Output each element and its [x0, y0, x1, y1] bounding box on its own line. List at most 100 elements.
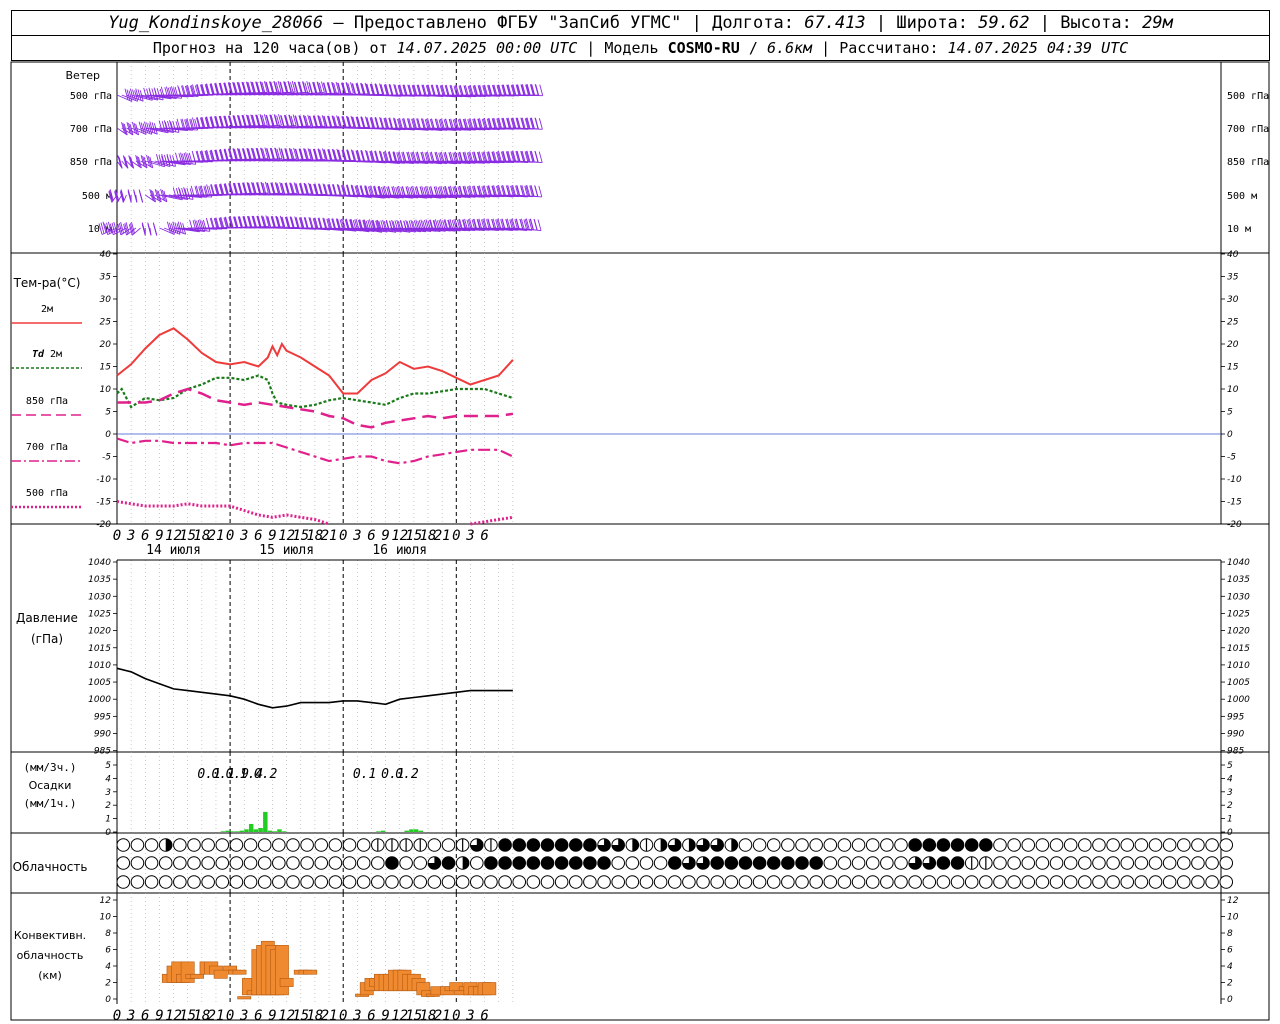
cloud-fill-full — [739, 856, 752, 870]
pressure-axis-tick-label: 1025 — [88, 609, 111, 619]
cloud-symbol — [1078, 875, 1092, 889]
cloud-circle — [116, 856, 131, 870]
cloud-circle — [342, 838, 357, 852]
cloud-circle — [851, 856, 866, 870]
cloud-symbol — [936, 875, 951, 889]
cloud-symbol — [371, 856, 385, 870]
cloud-circle — [215, 875, 230, 889]
cloud-circle — [116, 838, 131, 852]
cloud-symbol — [286, 875, 300, 889]
cloud-circle — [257, 875, 272, 889]
cloud-circle — [371, 856, 385, 870]
cloud-symbol — [696, 856, 710, 870]
cloud-symbol — [583, 875, 597, 889]
cloud-circle — [300, 875, 314, 889]
conv-axis-hour-label: 21 — [434, 1008, 451, 1024]
precip-axis-tick-label: 4 — [105, 774, 111, 784]
wind-level-label-left: 700 гПа — [70, 124, 112, 135]
wind-level-label-right: 10 м — [1227, 224, 1251, 235]
wind-barb — [159, 221, 175, 235]
cloud-fill-full — [937, 838, 950, 852]
precip-bar — [272, 831, 277, 832]
cloud-circle — [781, 838, 795, 852]
pressure-axis-tick-label: 1040 — [88, 558, 111, 568]
pressure-axis-tick-label: 995 — [1227, 712, 1244, 722]
cloud-circle — [1162, 838, 1177, 852]
cloud-circle — [639, 856, 654, 870]
cloud-symbol — [1092, 838, 1106, 852]
cloud-symbol — [795, 875, 809, 889]
conv-axis-tick-label: 0 — [1227, 995, 1233, 1005]
cloud-circle — [342, 856, 357, 870]
pressure-axis-tick-label: 1015 — [1227, 644, 1250, 654]
cloud-fill-full — [725, 856, 738, 870]
day-label: 14 июля — [146, 543, 201, 558]
cloud-circle — [328, 838, 343, 852]
cloud-symbol — [130, 875, 145, 889]
cloud-circle — [823, 838, 838, 852]
cloud-circle — [781, 875, 795, 889]
precip-bar — [230, 831, 235, 832]
cloud-circle — [795, 875, 809, 889]
cloud-circle — [880, 856, 894, 870]
temp-axis-hour-label: 3 — [465, 528, 474, 544]
cloud-symbol — [950, 856, 965, 870]
cloud-symbol — [385, 875, 399, 889]
cloud-symbol — [257, 838, 272, 852]
cloud-symbol — [512, 875, 527, 889]
conv-axis-hour-label: 6 — [254, 1008, 262, 1024]
cloud-symbol — [300, 875, 314, 889]
cloud-symbol — [922, 856, 937, 870]
temp-axis-tick-label: 15 — [1227, 363, 1239, 373]
conv-axis-hour-label: 0 — [226, 1008, 234, 1024]
pressure-axis-tick-label: 1000 — [1227, 695, 1250, 705]
cloud-symbol — [116, 875, 131, 889]
cloud-fill-full — [781, 856, 795, 870]
cloud-symbol — [1021, 875, 1036, 889]
conv-bar — [237, 996, 252, 1000]
cloud-circle — [215, 838, 230, 852]
cloud-symbol — [1049, 856, 1064, 870]
cloud-symbol — [738, 875, 753, 889]
cloud-symbol — [144, 838, 159, 852]
precip-bar — [281, 831, 287, 832]
cloud-circle — [1219, 856, 1234, 870]
cloud-fill-full — [767, 856, 781, 870]
precip-bar — [239, 830, 245, 832]
cloud-symbol — [215, 838, 230, 852]
cloud-circle — [1191, 838, 1205, 852]
cloud-circle — [752, 875, 767, 889]
cloud-circle — [993, 875, 1007, 889]
cloud-circle — [427, 875, 442, 889]
cloud-symbol — [272, 856, 286, 870]
temp-axis-hour-label: 6 — [254, 528, 262, 544]
conv-bar — [223, 965, 237, 971]
temp-axis-tick-label: -15 — [1227, 498, 1242, 508]
conv-axis-hour-label: 3 — [126, 1008, 135, 1024]
cloud-symbol — [158, 856, 173, 870]
temp-series-1 — [116, 374, 514, 409]
cloud-circle — [427, 838, 442, 852]
cloud-circle — [257, 838, 272, 852]
conv-axis-tick-label: 2 — [1227, 979, 1233, 989]
temp-axis-tick-label: 10 — [100, 385, 112, 395]
cloud-symbol — [1106, 875, 1120, 889]
cloud-circle — [823, 875, 838, 889]
pressure-axis-tick-label: 1030 — [88, 592, 111, 602]
cloud-circle — [1007, 875, 1021, 889]
cloud-symbol — [314, 856, 329, 870]
temp-axis-hour-label: 0 — [226, 528, 234, 544]
cloud-symbol — [371, 875, 385, 889]
temp-axis-tick-label: 35 — [1227, 273, 1239, 283]
wind-barb-feather — [169, 154, 174, 166]
cloud-symbol — [823, 875, 838, 889]
precip-axis-tick-label: 0 — [1227, 828, 1233, 838]
cloud-symbol — [130, 856, 145, 870]
temp-axis-tick-label: 35 — [100, 273, 112, 283]
cloud-symbol — [455, 838, 470, 852]
cloud-symbol — [356, 856, 371, 870]
cloud-symbol — [837, 856, 852, 870]
cloud-symbol — [1191, 838, 1205, 852]
cloud-symbol — [1063, 838, 1078, 852]
cloud-fill-full — [527, 838, 540, 852]
